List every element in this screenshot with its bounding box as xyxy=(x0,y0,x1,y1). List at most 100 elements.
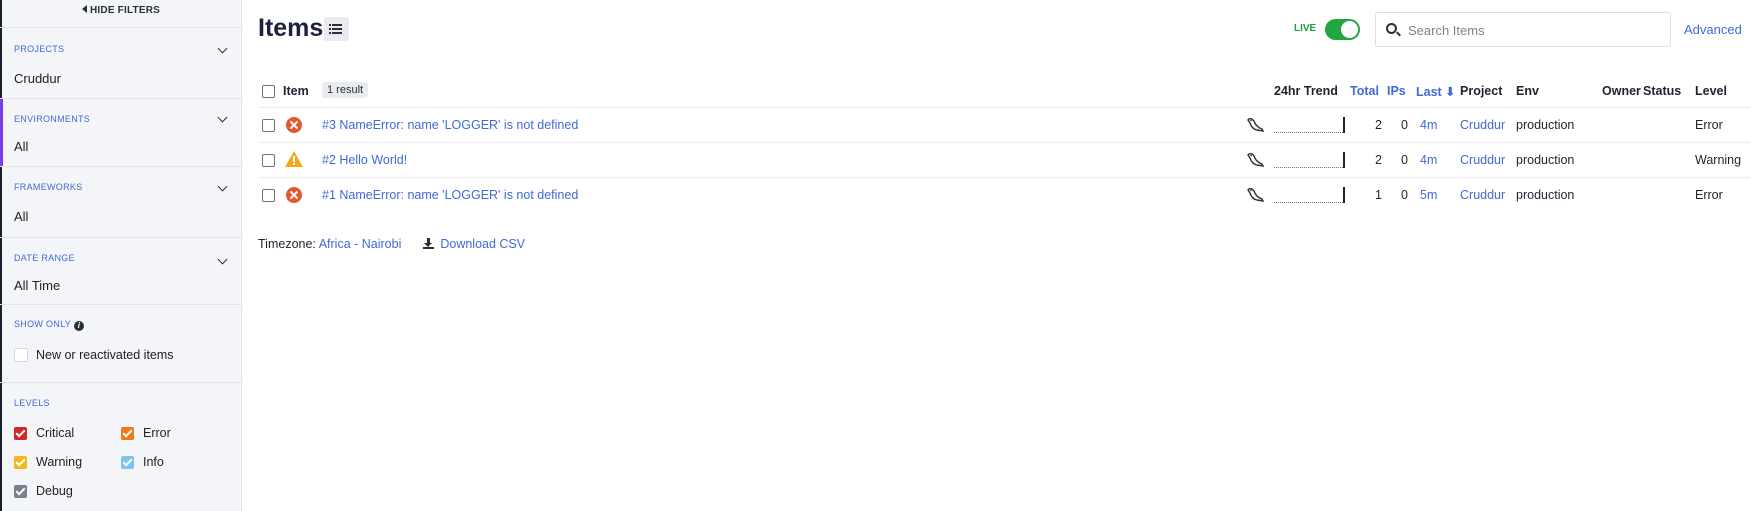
project-link[interactable]: Cruddur xyxy=(1460,188,1505,202)
warning-icon xyxy=(285,151,303,167)
last-seen-link[interactable]: 4m xyxy=(1420,118,1437,132)
column-item[interactable]: Item xyxy=(283,84,309,98)
list-icon-dot xyxy=(329,32,331,34)
select-all-checkbox[interactable] xyxy=(262,85,275,98)
chevron-down-icon[interactable] xyxy=(217,254,228,265)
python-framework-icon xyxy=(1247,117,1264,132)
item-title-link[interactable]: #1 NameError: name 'LOGGER' is not defin… xyxy=(322,188,578,202)
filter-date-range[interactable]: DATE RANGE All Time xyxy=(0,237,242,304)
trend-spike xyxy=(1343,117,1345,133)
row-checkbox[interactable] xyxy=(262,189,275,202)
level-value: Warning xyxy=(1695,153,1742,167)
filter-value: All Time xyxy=(14,278,61,293)
filter-show-only: SHOW ONLY i New or reactivated items xyxy=(0,304,242,382)
level-value: Error xyxy=(1695,188,1723,202)
table-row[interactable]: #2 Hello World! 2 0 4m Cruddur productio… xyxy=(258,142,1751,177)
error-icon xyxy=(286,187,302,203)
chevron-down-icon[interactable] xyxy=(217,181,228,192)
env-value: production xyxy=(1516,188,1575,202)
checkbox-checked-icon[interactable] xyxy=(121,456,134,469)
info-icon[interactable]: i xyxy=(74,321,85,331)
ips-count: 0 xyxy=(1401,188,1408,202)
column-last[interactable]: Last ⬇ xyxy=(1416,84,1456,99)
table-row[interactable]: #1 NameError: name 'LOGGER' is not defin… xyxy=(258,177,1751,212)
level-label: Debug xyxy=(36,484,73,498)
column-total[interactable]: Total xyxy=(1350,84,1379,98)
checkbox-checked-icon[interactable] xyxy=(14,456,27,469)
total-count: 2 xyxy=(1375,118,1382,132)
filter-title: LEVELS xyxy=(14,398,50,408)
search-icon xyxy=(1386,23,1397,34)
chevron-down-icon[interactable] xyxy=(217,43,228,54)
live-toggle[interactable] xyxy=(1325,19,1360,40)
ips-count: 0 xyxy=(1401,153,1408,167)
column-env: Env xyxy=(1516,84,1539,98)
timezone-label: Timezone: xyxy=(258,237,316,251)
level-label: Info xyxy=(143,455,164,469)
result-count-badge: 1 result xyxy=(322,82,369,98)
show-only-title: SHOW ONLY xyxy=(14,319,72,329)
column-project: Project xyxy=(1460,84,1503,98)
level-value: Error xyxy=(1695,118,1723,132)
level-label: Error xyxy=(143,426,171,440)
search-input[interactable] xyxy=(1408,21,1658,39)
filter-title: FRAMEWORKS xyxy=(14,182,83,192)
list-icon-line xyxy=(332,32,342,34)
timezone-link[interactable]: Africa - Nairobi xyxy=(319,237,402,251)
download-icon[interactable] xyxy=(422,238,434,249)
toggle-knob xyxy=(1341,21,1358,38)
checkbox-checked-icon[interactable] xyxy=(121,427,134,440)
last-seen-link[interactable]: 4m xyxy=(1420,153,1437,167)
trend-sparkline xyxy=(1274,152,1345,168)
level-label: Warning xyxy=(36,455,83,469)
table-row[interactable]: #3 NameError: name 'LOGGER' is not defin… xyxy=(258,107,1751,142)
hide-filters-button[interactable]: HIDE FILTERS xyxy=(0,5,242,16)
list-view-button[interactable] xyxy=(324,17,349,41)
last-seen-link[interactable]: 5m xyxy=(1420,188,1437,202)
new-or-reactivated-checkbox[interactable] xyxy=(14,348,28,362)
search-box[interactable] xyxy=(1375,12,1671,47)
checkbox-checked-icon[interactable] xyxy=(14,427,27,440)
python-framework-icon xyxy=(1247,187,1264,202)
filter-projects[interactable]: PROJECTS Cruddur xyxy=(0,27,242,98)
filter-title: PROJECTS xyxy=(14,44,65,54)
level-label: Critical xyxy=(36,426,75,440)
list-icon-line xyxy=(332,28,342,30)
trend-spike xyxy=(1343,187,1345,203)
table-header: Item 1 result 24hr Trend Total IPs Last … xyxy=(258,78,1751,107)
column-level: Level xyxy=(1695,84,1727,98)
column-ips[interactable]: IPs xyxy=(1387,84,1406,98)
advanced-search-link[interactable]: Advanced xyxy=(1684,22,1742,37)
item-title-link[interactable]: #2 Hello World! xyxy=(322,153,407,167)
table-footer: Timezone: Africa - Nairobi Download CSV xyxy=(258,237,525,251)
list-icon-line xyxy=(332,24,342,26)
list-icon-dot xyxy=(329,28,331,30)
list-icon xyxy=(329,24,331,26)
warning-icon-dot xyxy=(293,163,295,165)
items-main: Items LIVE Advanced Item 1 result 24hr T… xyxy=(242,0,1751,511)
trend-sparkline xyxy=(1274,187,1345,203)
filters-sidebar: HIDE FILTERS PROJECTS Cruddur ENVIRONMEN… xyxy=(0,0,242,511)
row-checkbox[interactable] xyxy=(262,119,275,132)
python-framework-icon xyxy=(1247,152,1264,167)
filter-frameworks[interactable]: FRAMEWORKS All xyxy=(0,166,242,237)
download-csv-link[interactable]: Download CSV xyxy=(440,237,525,251)
ips-count: 0 xyxy=(1401,118,1408,132)
checkbox-checked-icon[interactable] xyxy=(14,485,27,498)
filter-environments[interactable]: ENVIRONMENTS All xyxy=(0,98,242,166)
live-label: LIVE xyxy=(1294,23,1317,34)
env-value: production xyxy=(1516,153,1575,167)
column-24hr-trend: 24hr Trend xyxy=(1274,84,1338,98)
item-title-link[interactable]: #3 NameError: name 'LOGGER' is not defin… xyxy=(322,118,578,132)
row-checkbox[interactable] xyxy=(262,154,275,167)
column-owner: Owner xyxy=(1602,84,1641,98)
trend-sparkline xyxy=(1274,117,1345,133)
filter-value: All xyxy=(14,209,29,224)
filter-title: ENVIRONMENTS xyxy=(14,114,91,124)
project-link[interactable]: Cruddur xyxy=(1460,118,1505,132)
caret-left-icon xyxy=(82,5,87,13)
chevron-down-icon[interactable] xyxy=(217,112,228,123)
trend-spike xyxy=(1343,152,1345,168)
hide-filters-label: HIDE FILTERS xyxy=(90,5,160,16)
project-link[interactable]: Cruddur xyxy=(1460,153,1505,167)
